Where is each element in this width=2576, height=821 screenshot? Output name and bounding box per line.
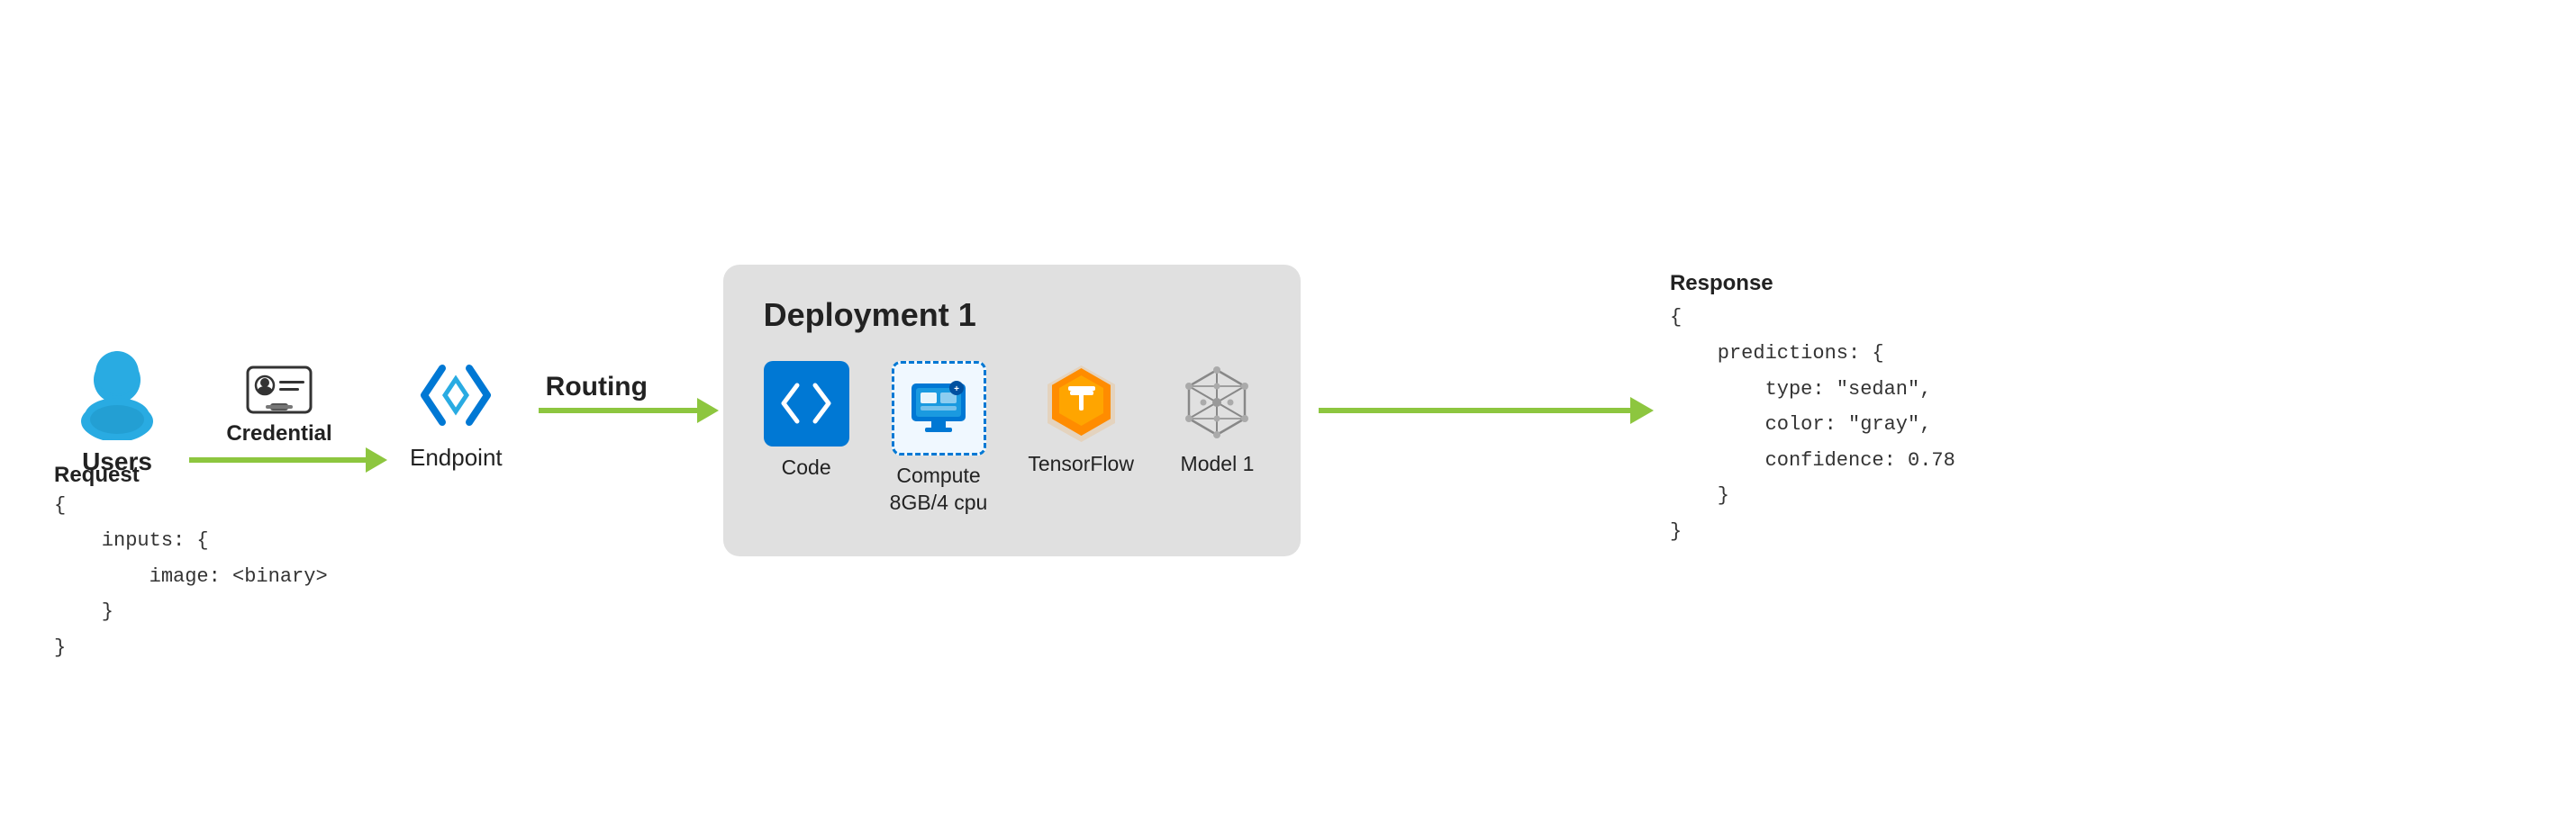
diagram: Users Request { inputs: { image: <binary… xyxy=(72,59,2504,762)
main-layout: Users Request { inputs: { image: <binary… xyxy=(72,265,2504,557)
endpoint-section: Endpoint xyxy=(410,350,503,472)
arrow2 xyxy=(539,408,701,413)
routing-arrow-section: Routing xyxy=(539,372,701,413)
request-label: Request xyxy=(54,463,328,488)
arrow1 xyxy=(189,457,369,463)
user-section: Users Request { inputs: { image: <binary… xyxy=(72,346,162,476)
tensorflow-icon xyxy=(1039,361,1124,447)
credential-icon xyxy=(243,358,315,421)
response-label: Response xyxy=(1670,271,1955,296)
deployment-item-compute: + Compute8GB/4 cpu xyxy=(890,361,988,517)
deployment-box: Deployment 1 Code xyxy=(723,265,1301,557)
svg-text:+: + xyxy=(954,384,959,394)
code-icon xyxy=(779,381,833,426)
request-block: Request { inputs: { image: <binary> } } xyxy=(54,463,328,666)
credential-label: Credential xyxy=(226,421,331,447)
endpoint-label: Endpoint xyxy=(410,444,503,472)
code-label: Code xyxy=(782,456,831,480)
credential-section: Credential xyxy=(226,358,331,447)
final-arrow-section xyxy=(1319,408,1634,413)
credential-arrow-section: Credential xyxy=(189,358,369,463)
deployment-items: Code xyxy=(764,361,1260,517)
response-code: { predictions: { type: "sedan", color: "… xyxy=(1670,300,1955,549)
model-label: Model 1 xyxy=(1181,452,1255,476)
compute-icon-wrap: + xyxy=(892,361,986,456)
arrow1-line xyxy=(189,457,369,463)
response-section: Response { predictions: { type: "sedan",… xyxy=(1670,271,1955,549)
code-icon-wrap xyxy=(764,361,849,447)
arrow3-line xyxy=(1319,408,1634,413)
compute-icon: + xyxy=(907,379,970,438)
deployment-item-model: Model 1 xyxy=(1175,361,1260,476)
model-icon xyxy=(1175,361,1260,447)
deployment-item-code: Code xyxy=(764,361,849,480)
routing-label: Routing xyxy=(546,372,648,402)
user-figure-icon xyxy=(77,347,157,438)
tensorflow-label: TensorFlow xyxy=(1028,452,1134,476)
arrow2-line xyxy=(539,408,701,413)
request-code: { inputs: { image: <binary> } } xyxy=(54,488,328,666)
compute-label: Compute8GB/4 cpu xyxy=(890,463,988,517)
deployment-item-tensorflow: TensorFlow xyxy=(1028,361,1134,476)
endpoint-icon xyxy=(411,350,501,440)
deployment-title: Deployment 1 xyxy=(764,296,1260,334)
